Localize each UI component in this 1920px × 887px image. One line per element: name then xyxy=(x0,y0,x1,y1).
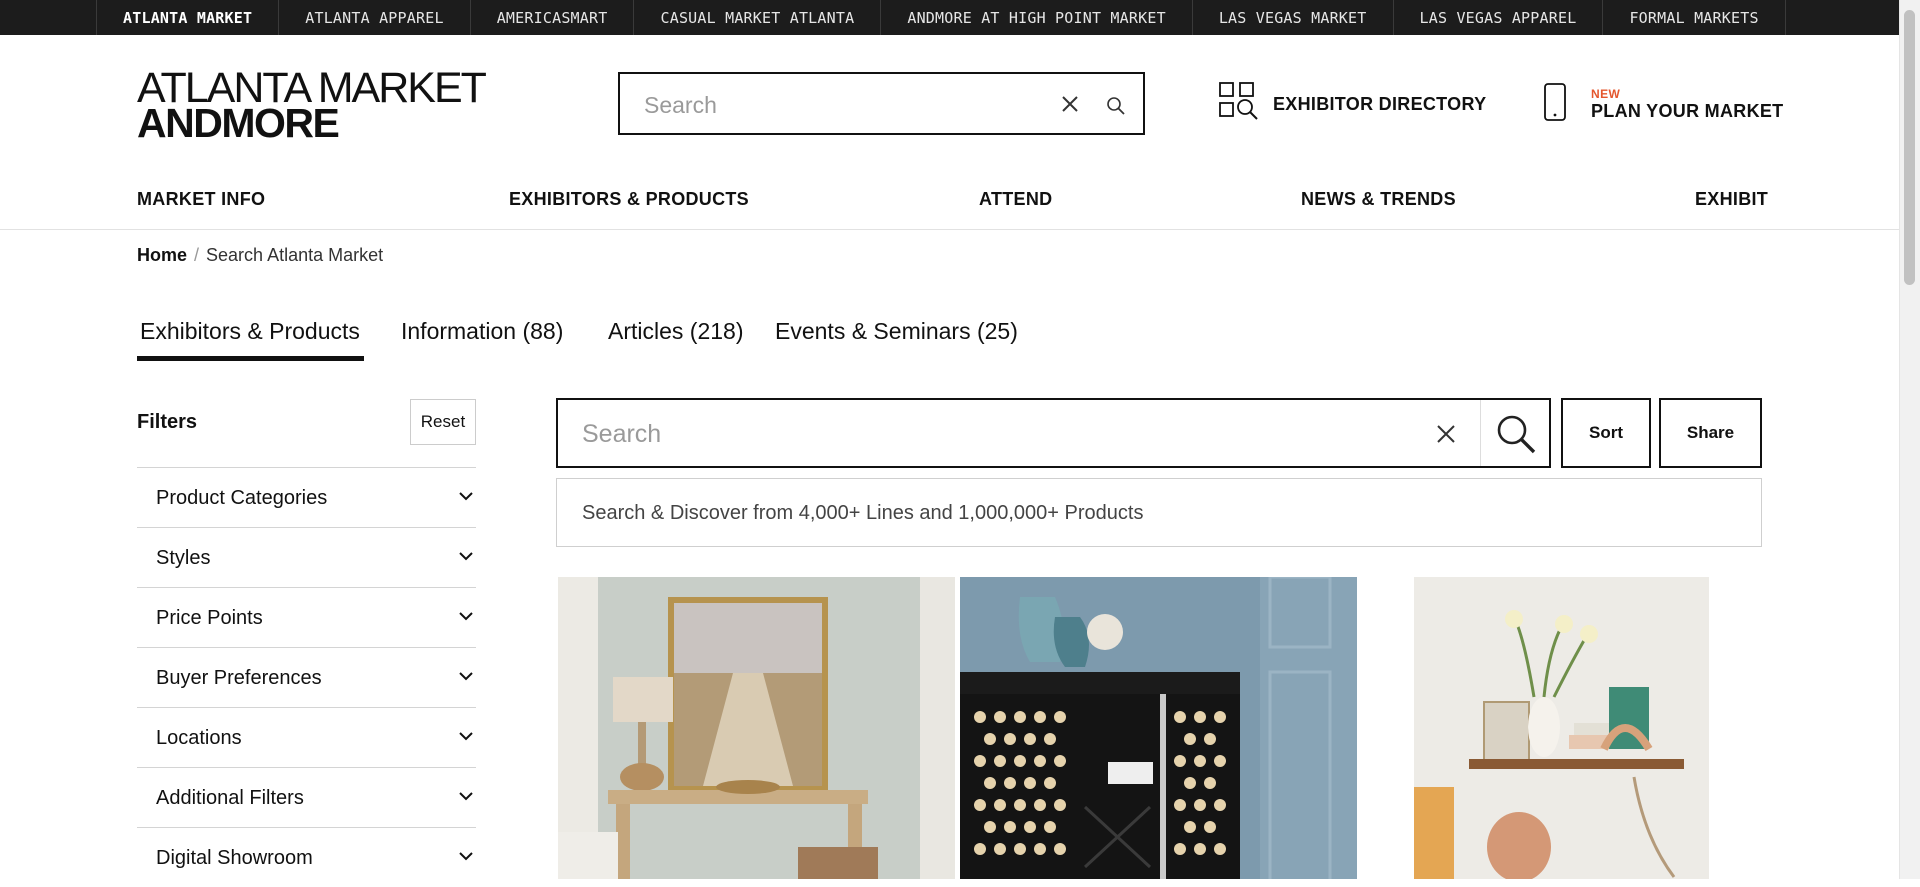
exhibitor-directory-link[interactable]: EXHIBITOR DIRECTORY xyxy=(1219,82,1486,127)
plan-your-market-link[interactable]: NEW PLAN YOUR MARKET xyxy=(1541,82,1783,127)
search-icon[interactable] xyxy=(1098,88,1134,124)
breadcrumb: Home / Search Atlanta Market xyxy=(137,245,383,266)
filter-product-categories[interactable]: Product Categories xyxy=(137,467,476,527)
logo-line-2: ANDMORE xyxy=(137,100,340,146)
nav-exhibitors-products[interactable]: EXHIBITORS & PRODUCTS xyxy=(509,189,749,210)
search-info-text: Search & Discover from 4,000+ Lines and … xyxy=(582,502,1144,524)
breadcrumb-home[interactable]: Home xyxy=(137,245,187,266)
filter-label: Additional Filters xyxy=(156,787,304,809)
market-tab-las-vegas-market[interactable]: LAS VEGAS MARKET xyxy=(1193,0,1394,35)
product-image xyxy=(558,577,955,879)
filter-label: Price Points xyxy=(156,607,263,629)
market-tab-andmore-high-point[interactable]: ANDMORE AT HIGH POINT MARKET xyxy=(881,0,1193,35)
market-tab-atlanta-apparel[interactable]: ATLANTA APPAREL xyxy=(279,0,471,35)
chevron-down-icon xyxy=(456,726,476,746)
filter-buyer-preferences[interactable]: Buyer Preferences xyxy=(137,647,476,707)
product-image xyxy=(1414,577,1709,879)
chevron-down-icon xyxy=(456,606,476,626)
results-search-box xyxy=(556,398,1551,468)
filter-list: Product Categories Styles Price Points B… xyxy=(137,467,476,887)
market-tab-las-vegas-apparel[interactable]: LAS VEGAS APPAREL xyxy=(1394,0,1604,35)
sort-button[interactable]: Sort xyxy=(1561,398,1651,468)
scrollbar-thumb[interactable] xyxy=(1904,10,1915,285)
reset-filters-button[interactable]: Reset xyxy=(410,399,476,445)
tab-events-seminars[interactable]: Events & Seminars (25) xyxy=(775,318,1018,345)
market-tab-americasmart[interactable]: AMERICASMART xyxy=(471,0,635,35)
product-image xyxy=(960,577,1357,879)
tab-information[interactable]: Information (88) xyxy=(401,318,563,345)
tab-articles[interactable]: Articles (218) xyxy=(608,318,743,345)
chevron-down-icon xyxy=(456,846,476,866)
exhibitor-directory-label: EXHIBITOR DIRECTORY xyxy=(1273,94,1487,114)
nav-exhibit[interactable]: EXHIBIT xyxy=(1695,189,1768,210)
nav-news-trends[interactable]: NEWS & TRENDS xyxy=(1301,189,1456,210)
page-scrollbar[interactable] xyxy=(1899,0,1920,879)
chevron-down-icon xyxy=(456,666,476,686)
filter-label: Digital Showroom xyxy=(156,847,313,869)
share-button[interactable]: Share xyxy=(1659,398,1762,468)
plan-your-market-label: PLAN YOUR MARKET xyxy=(1591,100,1784,121)
main-nav: MARKET INFO EXHIBITORS & PRODUCTS ATTEND… xyxy=(137,189,1768,219)
filter-label: Styles xyxy=(156,547,211,569)
clear-icon[interactable] xyxy=(1428,416,1464,452)
new-badge: NEW xyxy=(1591,86,1621,101)
filter-styles[interactable]: Styles xyxy=(137,527,476,587)
phone-icon xyxy=(1541,82,1569,127)
market-tab-atlanta-market[interactable]: ATLANTA MARKET xyxy=(97,0,280,35)
nav-divider xyxy=(0,229,1900,230)
tab-exhibitors-products[interactable]: Exhibitors & Products xyxy=(140,318,360,345)
market-tab-formal-markets[interactable]: FORMAL MARKETS xyxy=(1603,0,1786,35)
filter-price-points[interactable]: Price Points xyxy=(137,587,476,647)
market-switcher-bar: ATLANTA MARKET ATLANTA APPAREL AMERICASM… xyxy=(0,0,1900,35)
filter-digital-showroom[interactable]: Digital Showroom xyxy=(137,827,476,887)
header-search-input[interactable] xyxy=(642,86,1046,124)
filter-locations[interactable]: Locations xyxy=(137,707,476,767)
filter-label: Locations xyxy=(156,727,242,749)
nav-attend[interactable]: ATTEND xyxy=(979,189,1052,210)
results-search-input[interactable] xyxy=(580,416,1404,452)
filter-label: Buyer Preferences xyxy=(156,667,322,689)
market-tab-casual-market-atlanta[interactable]: CASUAL MARKET ATLANTA xyxy=(634,0,882,35)
filter-additional-filters[interactable]: Additional Filters xyxy=(137,767,476,827)
clear-icon[interactable] xyxy=(1052,86,1088,122)
breadcrumb-separator: / xyxy=(194,245,200,265)
chevron-down-icon xyxy=(456,546,476,566)
chevron-down-icon xyxy=(456,786,476,806)
search-divider xyxy=(1480,400,1481,466)
header-search-box xyxy=(618,72,1145,135)
chevron-down-icon xyxy=(456,486,476,506)
result-tile-coastal-console[interactable] xyxy=(558,577,955,879)
result-tile-bar-cabinet[interactable] xyxy=(960,577,1357,879)
breadcrumb-current: Search Atlanta Market xyxy=(206,245,384,265)
search-info-banner: Search & Discover from 4,000+ Lines and … xyxy=(556,478,1762,547)
filters-title: Filters xyxy=(137,411,198,433)
filter-label: Product Categories xyxy=(156,487,328,509)
site-logo[interactable]: ATLANTA MARKET ANDMORE xyxy=(137,66,487,146)
directory-icon xyxy=(1219,82,1259,127)
nav-market-info[interactable]: MARKET INFO xyxy=(137,189,265,210)
search-icon[interactable] xyxy=(1491,410,1541,458)
active-tab-indicator xyxy=(137,356,364,361)
result-tile-shelf-decor[interactable] xyxy=(1414,577,1709,879)
